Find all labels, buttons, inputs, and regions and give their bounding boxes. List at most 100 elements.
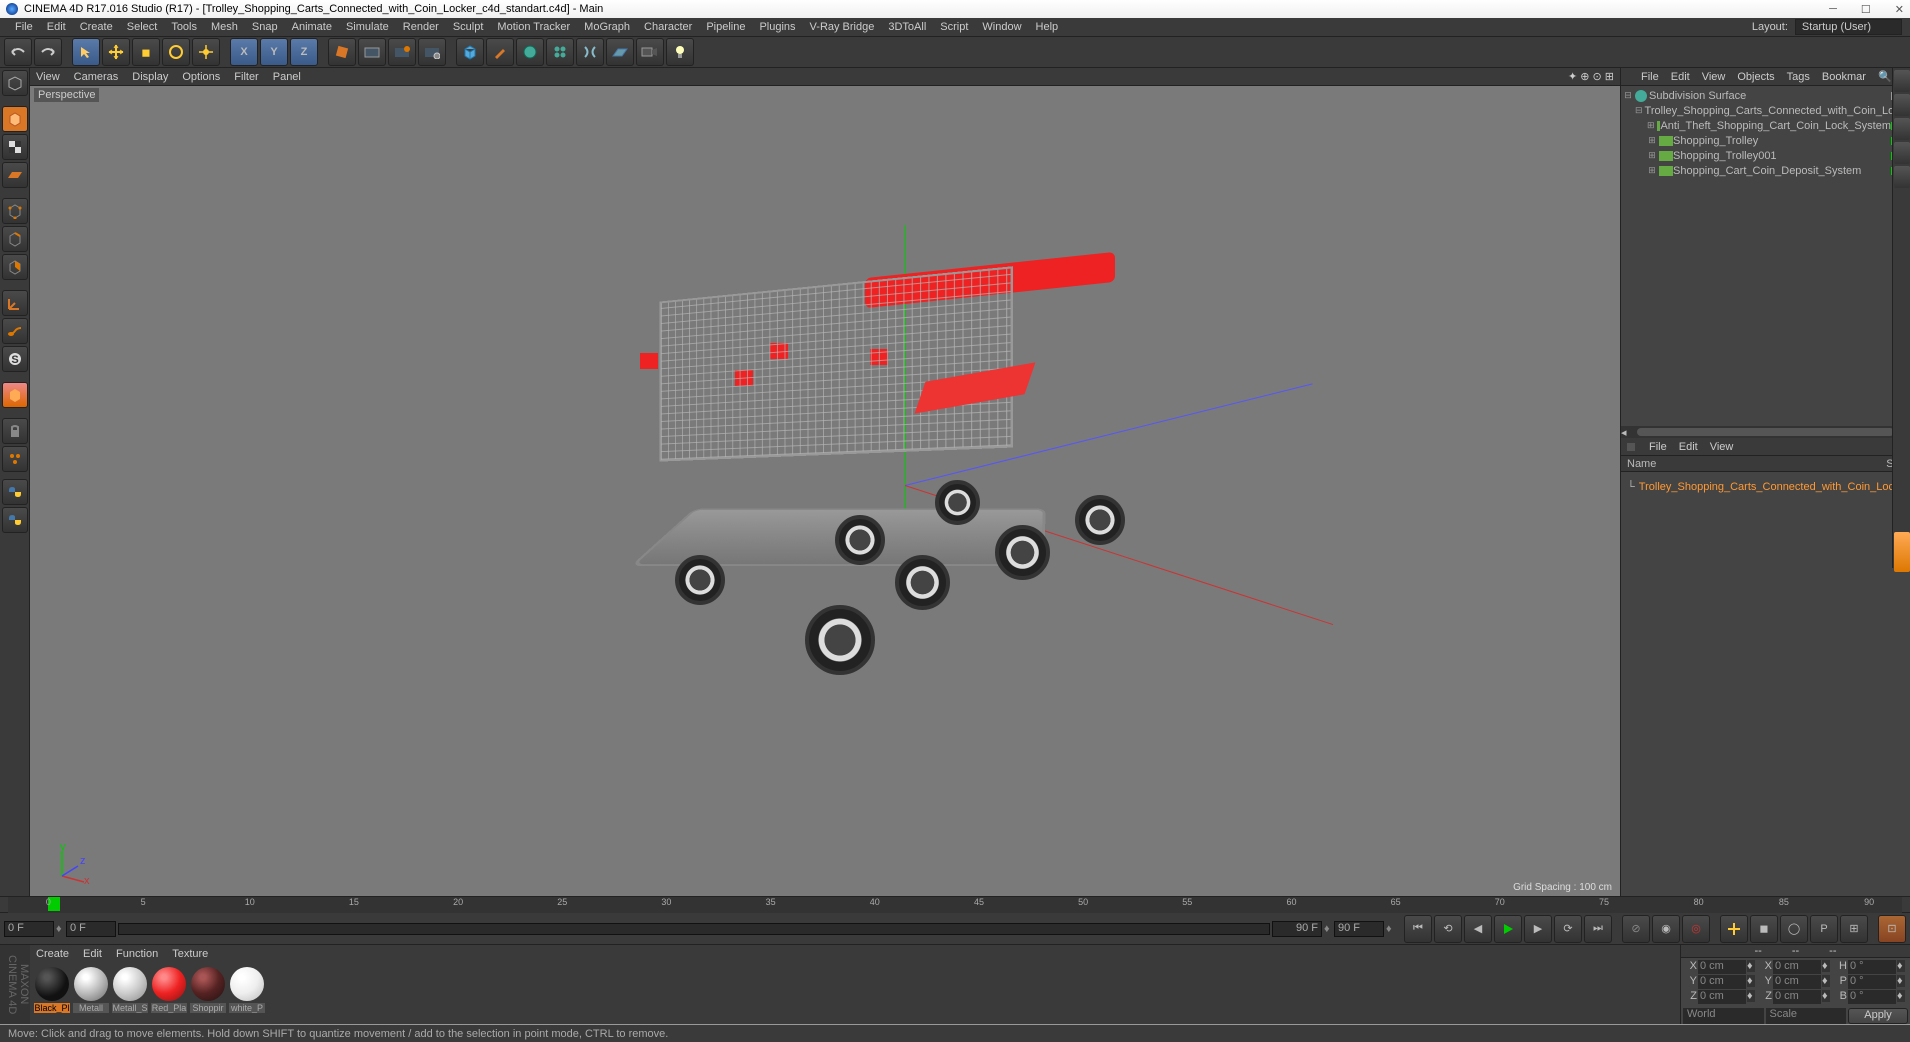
viewport-toggle-icons[interactable]: ✦ ⊕ ⊙ ⊞: [1568, 70, 1614, 83]
menu-sculpt[interactable]: Sculpt: [446, 21, 491, 33]
deformer-button[interactable]: [576, 38, 604, 66]
play-button[interactable]: [1494, 915, 1522, 943]
rtab-2[interactable]: [1894, 94, 1910, 116]
polygon-mode-button[interactable]: [2, 254, 28, 280]
coord-system-button[interactable]: [328, 38, 356, 66]
propmenu-edit[interactable]: Edit: [1679, 441, 1698, 453]
cube-primitive-button[interactable]: [456, 38, 484, 66]
next-frame-button[interactable]: ▶: [1524, 915, 1552, 943]
tweak-button[interactable]: [2, 318, 28, 344]
objmenu-tags[interactable]: Tags: [1787, 71, 1810, 83]
tree-item[interactable]: ⊞ Shopping_Cart_Coin_Deposit_System: [1623, 163, 1908, 178]
menu-edit[interactable]: Edit: [40, 21, 73, 33]
menu-render[interactable]: Render: [396, 21, 446, 33]
coord-apply-button[interactable]: Apply: [1848, 1008, 1908, 1024]
propmenu-view[interactable]: View: [1710, 441, 1734, 453]
menu-snap[interactable]: Snap: [245, 21, 285, 33]
x-axis-button[interactable]: X: [230, 38, 258, 66]
matmenu-create[interactable]: Create: [36, 948, 69, 960]
menu-simulate[interactable]: Simulate: [339, 21, 396, 33]
render-settings-button[interactable]: [418, 38, 446, 66]
objmenu-view[interactable]: View: [1702, 71, 1726, 83]
matmenu-function[interactable]: Function: [116, 948, 158, 960]
goto-end-button[interactable]: ⏭: [1584, 915, 1612, 943]
objmenu-objects[interactable]: Objects: [1737, 71, 1774, 83]
rtab-5[interactable]: [1894, 166, 1910, 188]
tree-hscroll[interactable]: ◂▸: [1621, 426, 1910, 438]
rotate-tool[interactable]: [162, 38, 190, 66]
menu-file[interactable]: File: [8, 21, 40, 33]
python-tag-button[interactable]: [2, 479, 28, 505]
coord-b-input[interactable]: 0 °: [1848, 990, 1896, 1004]
material-swatch[interactable]: Metall_S: [112, 967, 148, 1020]
material-swatch[interactable]: Metall: [73, 967, 109, 1020]
array-button[interactable]: [546, 38, 574, 66]
axis-button[interactable]: [2, 290, 28, 316]
vtab-view[interactable]: View: [36, 71, 60, 83]
redo-button[interactable]: [34, 38, 62, 66]
next-key-button[interactable]: ⟳: [1554, 915, 1582, 943]
menu-character[interactable]: Character: [637, 21, 699, 33]
menu-help[interactable]: Help: [1029, 21, 1066, 33]
menu-animate[interactable]: Animate: [285, 21, 339, 33]
material-swatch[interactable]: Red_Pla: [151, 967, 187, 1020]
prev-key-button[interactable]: ⟲: [1434, 915, 1462, 943]
coord-sz-input[interactable]: 0 cm: [1773, 990, 1821, 1004]
propmenu-file[interactable]: File: [1649, 441, 1667, 453]
python-generator-button[interactable]: [2, 507, 28, 533]
close-button[interactable]: ✕: [1895, 3, 1904, 16]
material-swatch[interactable]: white_P: [229, 967, 265, 1020]
z-axis-button[interactable]: Z: [290, 38, 318, 66]
options-button[interactable]: ⊡: [1878, 915, 1906, 943]
coord-scale-dropdown[interactable]: Scale: [1766, 1008, 1847, 1024]
current-frame-input[interactable]: 0 F: [66, 921, 116, 937]
goto-start-button[interactable]: ⏮: [1404, 915, 1432, 943]
key-pos-button[interactable]: [1720, 915, 1748, 943]
search-icon[interactable]: 🔍: [1878, 70, 1892, 83]
key-scale-button[interactable]: ◼: [1750, 915, 1778, 943]
edge-mode-button[interactable]: [2, 226, 28, 252]
menu-script[interactable]: Script: [933, 21, 975, 33]
autokey-button[interactable]: ◉: [1652, 915, 1680, 943]
make-editable-button[interactable]: [2, 70, 28, 96]
pen-tool-button[interactable]: [486, 38, 514, 66]
rtab-1[interactable]: [1894, 70, 1910, 92]
menu-3dtoall[interactable]: 3DToAll: [881, 21, 933, 33]
object-tree[interactable]: ⊟ Subdivision Surface ⊟ Trolley_Shopping…: [1621, 86, 1910, 426]
coord-x-input[interactable]: 0 cm: [1698, 960, 1746, 974]
material-swatch[interactable]: Shoppir: [190, 967, 226, 1020]
layout-dropdown[interactable]: Startup (User): [1795, 19, 1902, 35]
coord-world-dropdown[interactable]: World: [1683, 1008, 1764, 1024]
subdiv-button[interactable]: [516, 38, 544, 66]
vtab-panel[interactable]: Panel: [273, 71, 301, 83]
camera-button[interactable]: [636, 38, 664, 66]
tree-item[interactable]: ⊞ Anti_Theft_Shopping_Cart_Coin_Lock_Sys…: [1623, 118, 1908, 133]
light-button[interactable]: [666, 38, 694, 66]
rtab-4[interactable]: [1894, 142, 1910, 164]
keyframe-button[interactable]: ◎: [1682, 915, 1710, 943]
minimize-button[interactable]: ─: [1829, 3, 1837, 16]
end-frame-input[interactable]: 90 F: [1272, 921, 1322, 937]
material-swatch[interactable]: Black_Pl: [34, 967, 70, 1020]
objmenu-edit[interactable]: Edit: [1671, 71, 1690, 83]
rtab-3[interactable]: [1894, 118, 1910, 140]
point-mode-button[interactable]: [2, 198, 28, 224]
key-rot-button[interactable]: ◯: [1780, 915, 1808, 943]
properties-panel[interactable]: └ Trolley_Shopping_Carts_Connected_with_…: [1621, 472, 1910, 896]
prop-item[interactable]: └ Trolley_Shopping_Carts_Connected_with_…: [1621, 472, 1910, 502]
rtab-highlight[interactable]: [1894, 532, 1910, 572]
coord-y-input[interactable]: 0 cm: [1698, 975, 1746, 989]
key-param-button[interactable]: P: [1810, 915, 1838, 943]
tree-item[interactable]: ⊞ Shopping_Trolley001: [1623, 148, 1908, 163]
end2-frame-input[interactable]: 90 F: [1334, 921, 1384, 937]
coord-h-input[interactable]: 0 °: [1848, 960, 1896, 974]
model-mode-button[interactable]: [2, 106, 28, 132]
workplane-button[interactable]: [2, 162, 28, 188]
objmenu-bookmarks[interactable]: Bookmar: [1822, 71, 1866, 83]
matmenu-edit[interactable]: Edit: [83, 948, 102, 960]
panel-grip-icon[interactable]: [1627, 443, 1635, 451]
menu-vraybridge[interactable]: V-Ray Bridge: [803, 21, 882, 33]
menu-create[interactable]: Create: [73, 21, 120, 33]
record-button[interactable]: ⊘: [1622, 915, 1650, 943]
vtab-filter[interactable]: Filter: [234, 71, 258, 83]
